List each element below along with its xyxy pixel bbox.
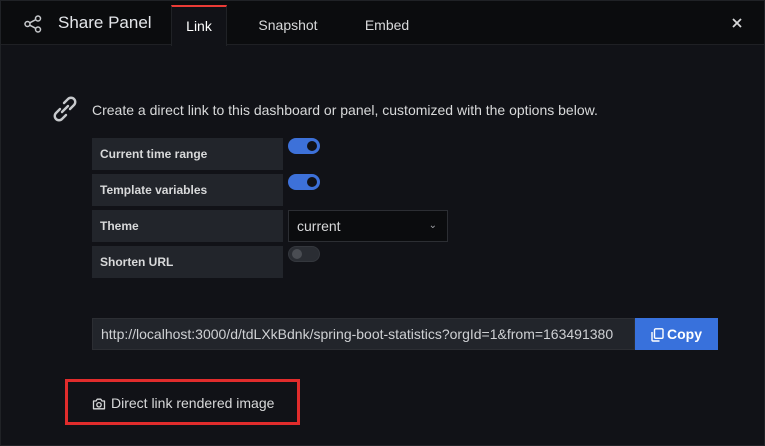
direct-link-rendered-image[interactable]: Direct link rendered image [92, 395, 274, 411]
copy-button[interactable]: Copy [635, 318, 718, 350]
close-icon[interactable] [728, 14, 746, 32]
share-panel-modal: Share Panel Link Snapshot Embed Create a… [0, 0, 765, 446]
tab-embed[interactable]: Embed [351, 5, 423, 45]
shorten-url-toggle[interactable] [288, 246, 320, 262]
tab-snapshot[interactable]: Snapshot [246, 5, 330, 45]
toggle-knob [292, 249, 302, 259]
theme-label: Theme [92, 210, 283, 242]
toggle-knob [307, 141, 317, 151]
template-variables-toggle[interactable] [288, 174, 320, 190]
copy-icon [651, 328, 664, 342]
theme-select[interactable]: current ⌄ [288, 210, 448, 242]
link-icon [53, 96, 77, 122]
current-time-range-label: Current time range [92, 138, 283, 170]
template-variables-label: Template variables [92, 174, 283, 206]
current-time-range-toggle[interactable] [288, 138, 320, 154]
link-description: Create a direct link to this dashboard o… [92, 102, 598, 118]
shorten-url-label: Shorten URL [92, 246, 283, 278]
tab-link[interactable]: Link [171, 5, 227, 46]
modal-header: Share Panel Link Snapshot Embed [1, 1, 764, 46]
toggle-knob [307, 177, 317, 187]
theme-select-value: current [297, 218, 341, 234]
camera-icon [92, 398, 106, 410]
chevron-down-icon: ⌄ [428, 220, 437, 231]
modal-title: Share Panel [58, 13, 152, 32]
rendered-image-label: Direct link rendered image [111, 395, 275, 411]
share-icon [24, 15, 42, 33]
share-url-input[interactable]: http://localhost:3000/d/tdLXkBdnk/spring… [92, 318, 635, 350]
copy-button-label: Copy [667, 326, 702, 342]
